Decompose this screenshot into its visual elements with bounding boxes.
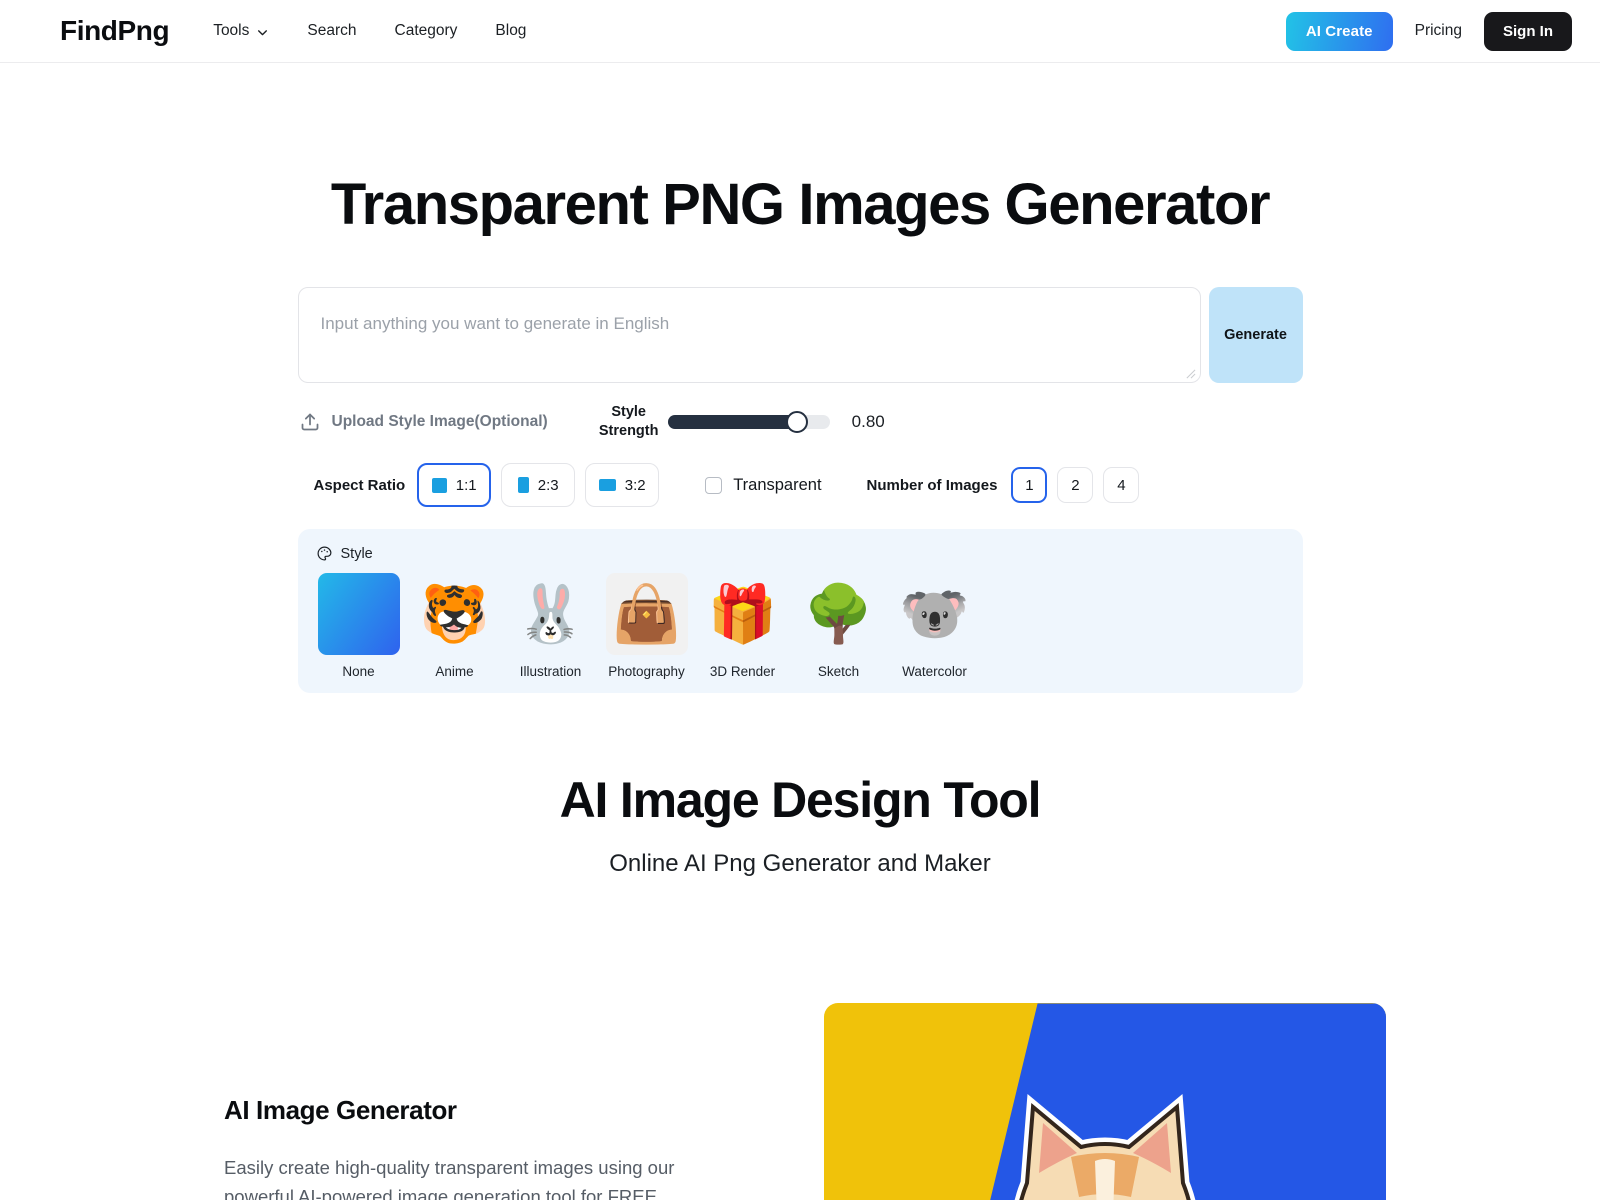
style-option-list: None 🐯 Anime 🐰 Illustration 👜 Photograph… <box>316 573 1285 679</box>
cat-sticker-illustration <box>824 1003 1386 1200</box>
image-count-option-2[interactable]: 2 <box>1057 467 1094 504</box>
koala-thumbnail: 🐨 <box>894 573 976 655</box>
tiger-face-thumbnail: 🐯 <box>414 573 496 655</box>
square-swatch-icon <box>431 477 447 493</box>
rabbit-character-thumbnail: 🐰 <box>510 573 592 655</box>
style-option-anime[interactable]: 🐯 Anime <box>414 573 496 680</box>
transparent-label: Transparent <box>733 475 822 494</box>
section-title: AI Image Design Tool <box>559 772 1042 829</box>
section-subtitle: Online AI Png Generator and Maker <box>609 850 991 878</box>
style-panel-header: Style <box>316 545 1285 562</box>
handbag-photo-thumbnail: 👜 <box>605 573 688 656</box>
style-option-label: Anime <box>435 664 474 680</box>
style-option-label: 3D Render <box>709 664 776 680</box>
transparent-checkbox[interactable] <box>705 476 723 494</box>
style-option-label: None <box>342 664 375 680</box>
transparent-checkbox-row[interactable]: Transparent <box>705 475 822 495</box>
nav-item-blog[interactable]: Blog <box>495 22 526 40</box>
style-strength-value: 0.80 <box>851 412 885 432</box>
slider-thumb[interactable] <box>786 411 809 434</box>
brand-logo[interactable]: FindPng <box>60 15 170 47</box>
upload-icon <box>300 412 320 432</box>
aspect-ratio-option-2-3[interactable]: 2:3 <box>501 463 576 508</box>
style-option-sketch[interactable]: 🌳 Sketch <box>798 573 880 680</box>
ai-image-generator-section: AI Image Generator Easily create high-qu… <box>0 1003 1600 1200</box>
style-option-photography[interactable]: 👜 Photography <box>605 573 688 680</box>
slider-fill <box>667 415 798 430</box>
header-actions: AI Create Pricing Sign In <box>1285 11 1572 51</box>
portrait-swatch-icon <box>517 477 529 494</box>
pricing-link[interactable]: Pricing <box>1393 22 1484 40</box>
style-option-3d-render[interactable]: 🎁 3D Render <box>702 573 784 680</box>
style-option-label: Photography <box>608 664 685 680</box>
image-count-option-1[interactable]: 1 <box>1011 467 1048 504</box>
aspect-ratio-group: 1:1 2:3 3:2 <box>417 463 660 508</box>
ai-create-button[interactable]: AI Create <box>1285 11 1393 51</box>
feature-heading: AI Image Generator <box>224 1095 457 1126</box>
nav-item-tools[interactable]: Tools <box>213 22 269 40</box>
style-selector-panel: Style None 🐯 Anime 🐰 Illustration 👜 Phot… <box>297 529 1303 694</box>
style-option-watercolor[interactable]: 🐨 Watercolor <box>894 573 976 680</box>
gift-box-thumbnail: 🎁 <box>702 573 784 655</box>
aspect-ratio-option-label: 1:1 <box>455 476 477 494</box>
tiger-icon: 🐯 <box>419 582 490 646</box>
cat-illustration-icon <box>1014 1094 1196 1200</box>
generator-panel: Input anything you want to generate in E… <box>297 236 1303 694</box>
feature-paragraph: Easily create high-quality transparent i… <box>224 1157 675 1200</box>
upload-style-image-label: Upload Style Image(Optional) <box>331 413 548 431</box>
rabbit-icon: 🐰 <box>515 582 586 646</box>
design-tool-section: AI Image Design Tool Online AI Png Gener… <box>0 771 1600 878</box>
prompt-textarea[interactable]: Input anything you want to generate in E… <box>297 286 1201 383</box>
tree-icon: 🌳 <box>803 582 874 646</box>
nav-item-label: Search <box>307 22 357 39</box>
main-navigation: Tools Search Category Blog <box>213 22 526 40</box>
aspect-ratio-label: Aspect Ratio <box>313 476 406 494</box>
style-option-none[interactable]: None <box>317 573 400 680</box>
aspect-ratio-option-label: 3:2 <box>624 476 646 494</box>
koala-icon: 🐨 <box>899 582 970 646</box>
handbag-icon: 👜 <box>611 582 682 646</box>
generator-options-row-ratio-count: Aspect Ratio 1:1 2:3 3:2 Transparent Num… <box>298 463 1303 508</box>
gradient-swatch-thumbnail <box>317 573 400 656</box>
aspect-ratio-option-3-2[interactable]: 3:2 <box>585 463 660 508</box>
page-title: Transparent PNG Images Generator <box>330 172 1271 237</box>
landscape-swatch-icon <box>598 479 616 492</box>
feature-text-block: AI Image Generator Easily create high-qu… <box>224 1003 704 1200</box>
aspect-ratio-option-label: 2:3 <box>537 476 559 494</box>
number-of-images-group: 1 2 4 <box>1011 467 1140 504</box>
palette-icon <box>316 545 333 562</box>
generator-options-row-upload-strength: Upload Style Image(Optional) Style Stren… <box>298 403 1303 442</box>
tree-thumbnail: 🌳 <box>798 573 880 655</box>
style-panel-label: Style <box>340 545 373 562</box>
aspect-ratio-option-1-1[interactable]: 1:1 <box>417 463 492 508</box>
nav-item-search[interactable]: Search <box>307 22 356 40</box>
nav-item-label: Blog <box>495 22 527 39</box>
nav-item-label: Tools <box>213 22 250 39</box>
style-option-label: Sketch <box>817 664 860 680</box>
style-strength-label: Style Strength <box>598 403 659 440</box>
prompt-placeholder: Input anything you want to generate in E… <box>320 313 670 333</box>
resize-handle-icon[interactable] <box>1185 368 1196 379</box>
gift-icon: 🎁 <box>707 582 778 646</box>
prompt-row: Input anything you want to generate in E… <box>297 286 1303 383</box>
image-count-option-4[interactable]: 4 <box>1103 467 1140 504</box>
style-option-label: Watercolor <box>902 664 967 680</box>
nav-item-category[interactable]: Category <box>395 22 458 40</box>
nav-item-label: Category <box>394 22 458 39</box>
style-strength-slider[interactable] <box>667 411 830 434</box>
style-option-illustration[interactable]: 🐰 Illustration <box>510 573 592 680</box>
upload-style-image-button[interactable]: Upload Style Image(Optional) <box>300 412 548 432</box>
style-option-label: Illustration <box>519 664 582 680</box>
hero-section: Transparent PNG Images Generator <box>0 63 1600 236</box>
generate-button[interactable]: Generate <box>1208 286 1303 383</box>
chevron-down-icon <box>256 26 269 39</box>
sign-in-button[interactable]: Sign In <box>1484 11 1572 51</box>
site-header: FindPng Tools Search Category Blog AI Cr… <box>0 0 1600 63</box>
number-of-images-label: Number of Images <box>866 476 998 494</box>
